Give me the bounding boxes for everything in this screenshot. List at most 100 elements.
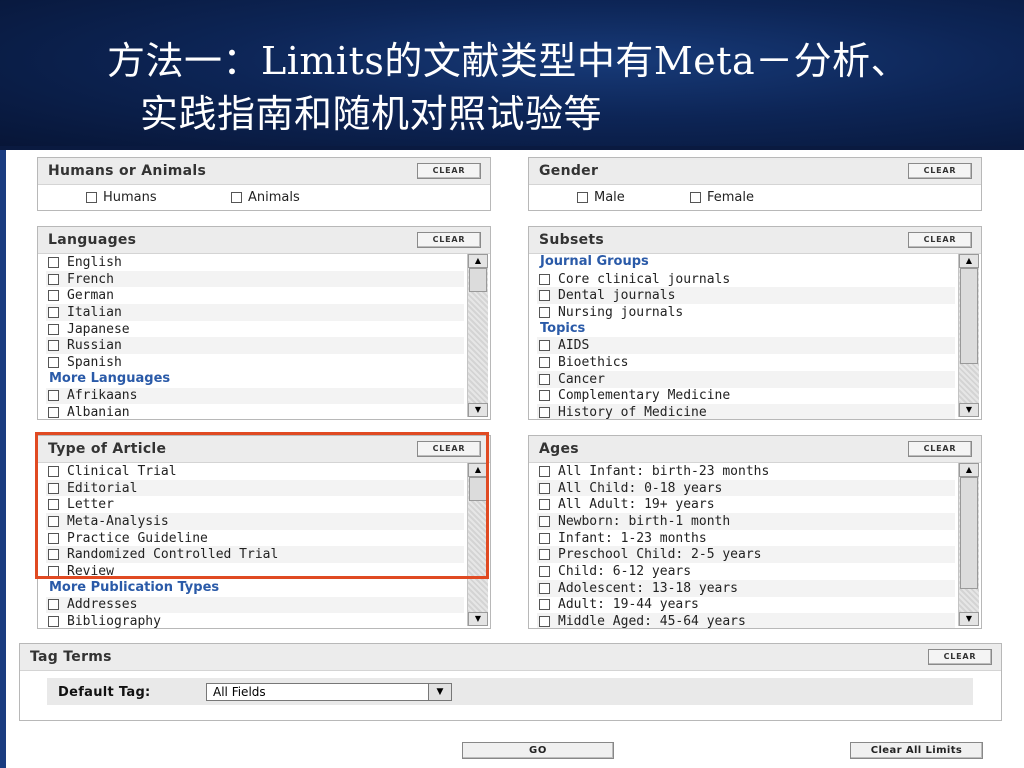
- checkbox-icon[interactable]: [48, 390, 59, 402]
- checkbox-icon[interactable]: [48, 323, 59, 335]
- checkbox-option[interactable]: History of Medicine: [537, 404, 955, 419]
- checkbox-option[interactable]: Core clinical journals: [537, 271, 955, 288]
- checkbox-option[interactable]: Addresses: [46, 596, 464, 614]
- checkbox-icon[interactable]: [539, 482, 550, 494]
- checkbox-option[interactable]: Editorial: [46, 479, 464, 497]
- checkbox-icon[interactable]: [48, 565, 59, 577]
- checkbox-icon[interactable]: [690, 192, 701, 203]
- checkbox-icon[interactable]: [539, 616, 550, 628]
- checkbox-option[interactable]: Spanish: [46, 354, 464, 371]
- checkbox-option[interactable]: Cancer: [537, 370, 955, 388]
- checkbox-icon[interactable]: [86, 192, 97, 203]
- checkbox-option[interactable]: Adolescent: 13-18 years: [537, 579, 955, 597]
- clear-article-type-button[interactable]: CLEAR: [417, 441, 481, 457]
- clear-subsets-button[interactable]: CLEAR: [908, 232, 972, 248]
- checkbox-option[interactable]: Practice Guideline: [46, 530, 464, 547]
- checkbox-option[interactable]: AIDS: [537, 337, 955, 355]
- checkbox-icon[interactable]: [48, 549, 59, 561]
- checkbox-option[interactable]: Russian: [46, 337, 464, 355]
- checkbox-option[interactable]: Italian: [46, 304, 464, 321]
- clear-languages-button[interactable]: CLEAR: [417, 232, 481, 248]
- checkbox-option[interactable]: Japanese: [46, 321, 464, 338]
- clear-all-limits-button[interactable]: Clear All Limits: [850, 742, 983, 759]
- default-tag-select[interactable]: All Fields ▼: [206, 683, 452, 701]
- checkbox-option[interactable]: Adult: 19-44 years: [537, 597, 955, 614]
- scroll-down-arrow-icon[interactable]: ▼: [468, 612, 488, 626]
- checkbox-icon[interactable]: [539, 407, 550, 419]
- checkbox-male[interactable]: Male: [577, 190, 625, 205]
- ages-scrollbar[interactable]: ▲ ▼: [958, 463, 979, 626]
- checkbox-icon[interactable]: [539, 549, 550, 561]
- checkbox-option[interactable]: Complementary Medicine: [537, 388, 955, 405]
- scroll-down-arrow-icon[interactable]: ▼: [959, 612, 979, 626]
- checkbox-option[interactable]: English: [46, 254, 464, 271]
- checkbox-icon[interactable]: [48, 256, 59, 268]
- checkbox-option[interactable]: All Child: 0-18 years: [537, 479, 955, 497]
- checkbox-icon[interactable]: [539, 290, 550, 302]
- group-heading[interactable]: Topics: [537, 321, 955, 338]
- checkbox-icon[interactable]: [48, 532, 59, 544]
- checkbox-icon[interactable]: [539, 499, 550, 511]
- group-heading[interactable]: More Languages: [46, 371, 464, 388]
- scroll-thumb[interactable]: [960, 268, 978, 364]
- checkbox-option[interactable]: Newborn: birth-1 month: [537, 513, 955, 530]
- languages-scrollbar[interactable]: ▲ ▼: [467, 254, 488, 417]
- subsets-scrollbar[interactable]: ▲ ▼: [958, 254, 979, 417]
- checkbox-option[interactable]: Child: 6-12 years: [537, 563, 955, 580]
- checkbox-option[interactable]: Clinical Trial: [46, 463, 464, 480]
- checkbox-option[interactable]: Letter: [46, 496, 464, 513]
- checkbox-icon[interactable]: [48, 599, 59, 611]
- checkbox-icon[interactable]: [539, 565, 550, 577]
- go-button[interactable]: GO: [462, 742, 614, 759]
- checkbox-icon[interactable]: [48, 465, 59, 477]
- article-type-scrollbar[interactable]: ▲ ▼: [467, 463, 488, 626]
- scroll-up-arrow-icon[interactable]: ▲: [468, 463, 488, 477]
- scroll-down-arrow-icon[interactable]: ▼: [959, 403, 979, 417]
- clear-gender-button[interactable]: CLEAR: [908, 163, 972, 179]
- checkbox-option[interactable]: All Adult: 19+ years: [537, 496, 955, 513]
- scroll-thumb[interactable]: [960, 477, 978, 589]
- checkbox-option[interactable]: Nursing journals: [537, 304, 955, 321]
- checkbox-icon[interactable]: [539, 515, 550, 527]
- group-heading[interactable]: Journal Groups: [537, 254, 955, 271]
- clear-tag-terms-button[interactable]: CLEAR: [928, 649, 992, 665]
- checkbox-option[interactable]: Bioethics: [537, 354, 955, 371]
- checkbox-icon[interactable]: [48, 616, 59, 628]
- checkbox-option[interactable]: Randomized Controlled Trial: [46, 546, 464, 564]
- checkbox-option[interactable]: Middle Aged: 45-64 years: [537, 613, 955, 628]
- checkbox-icon[interactable]: [48, 290, 59, 302]
- checkbox-icon[interactable]: [539, 465, 550, 477]
- checkbox-option[interactable]: Albanian: [46, 404, 464, 419]
- checkbox-icon[interactable]: [539, 306, 550, 318]
- checkbox-icon[interactable]: [48, 273, 59, 285]
- checkbox-icon[interactable]: [539, 340, 550, 352]
- scroll-down-arrow-icon[interactable]: ▼: [468, 403, 488, 417]
- checkbox-option[interactable]: Preschool Child: 2-5 years: [537, 546, 955, 564]
- scroll-thumb[interactable]: [469, 268, 487, 292]
- checkbox-option[interactable]: Dental journals: [537, 287, 955, 305]
- checkbox-option[interactable]: German: [46, 287, 464, 304]
- checkbox-icon[interactable]: [231, 192, 242, 203]
- checkbox-icon[interactable]: [539, 582, 550, 594]
- group-heading[interactable]: More Publication Types: [46, 580, 464, 597]
- checkbox-icon[interactable]: [48, 499, 59, 511]
- clear-humans-animals-button[interactable]: CLEAR: [417, 163, 481, 179]
- checkbox-icon[interactable]: [539, 390, 550, 402]
- checkbox-female[interactable]: Female: [690, 190, 754, 205]
- checkbox-icon[interactable]: [48, 356, 59, 368]
- scroll-up-arrow-icon[interactable]: ▲: [959, 254, 979, 268]
- scroll-up-arrow-icon[interactable]: ▲: [959, 463, 979, 477]
- checkbox-option[interactable]: Review: [46, 563, 464, 580]
- checkbox-icon[interactable]: [48, 515, 59, 527]
- checkbox-humans[interactable]: Humans: [86, 190, 157, 205]
- clear-ages-button[interactable]: CLEAR: [908, 441, 972, 457]
- checkbox-icon[interactable]: [48, 306, 59, 318]
- checkbox-icon[interactable]: [48, 407, 59, 419]
- checkbox-icon[interactable]: [539, 532, 550, 544]
- checkbox-icon[interactable]: [539, 356, 550, 368]
- scroll-thumb[interactable]: [469, 477, 487, 501]
- checkbox-option[interactable]: French: [46, 270, 464, 288]
- scroll-up-arrow-icon[interactable]: ▲: [468, 254, 488, 268]
- checkbox-option[interactable]: Infant: 1-23 months: [537, 530, 955, 547]
- checkbox-icon[interactable]: [577, 192, 588, 203]
